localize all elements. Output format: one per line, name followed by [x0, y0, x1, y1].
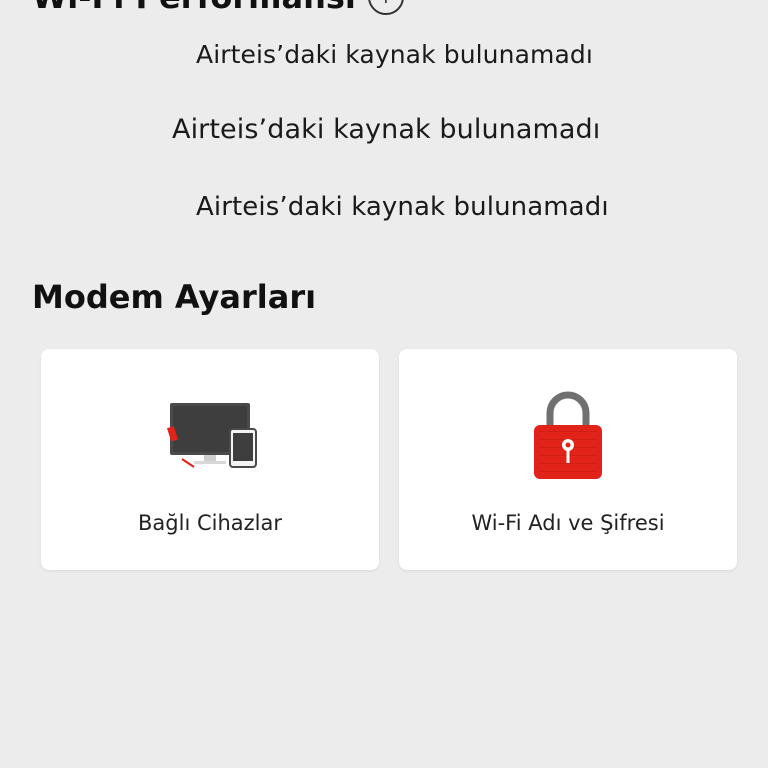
resource-not-found-message: Airteis’daki kaynak bulunamadı [172, 114, 601, 145]
info-icon[interactable]: i [367, 0, 404, 15]
wifi-performance-title: Wi-Fi Performansı [32, 0, 356, 16]
connected-devices-card[interactable]: Bağlı Cihazlar [41, 349, 379, 570]
resource-not-found-message: Airteis’daki kaynak bulunamadı [196, 40, 593, 69]
devices-icon [160, 389, 260, 473]
modem-settings-heading: Modem Ayarları [32, 278, 317, 316]
wifi-performance-heading: Wi-Fi Performansı i [32, 0, 404, 16]
resource-not-found-message: Airteis’daki kaynak bulunamadı [196, 192, 609, 222]
wifi-name-password-label: Wi-Fi Adı ve Şifresi [471, 511, 665, 535]
wifi-name-password-card[interactable]: Wi-Fi Adı ve Şifresi [399, 349, 737, 570]
connected-devices-label: Bağlı Cihazlar [138, 511, 282, 535]
lock-icon [528, 389, 608, 485]
page: Wi-Fi Performansı i Airteis’daki kaynak … [0, 0, 768, 768]
